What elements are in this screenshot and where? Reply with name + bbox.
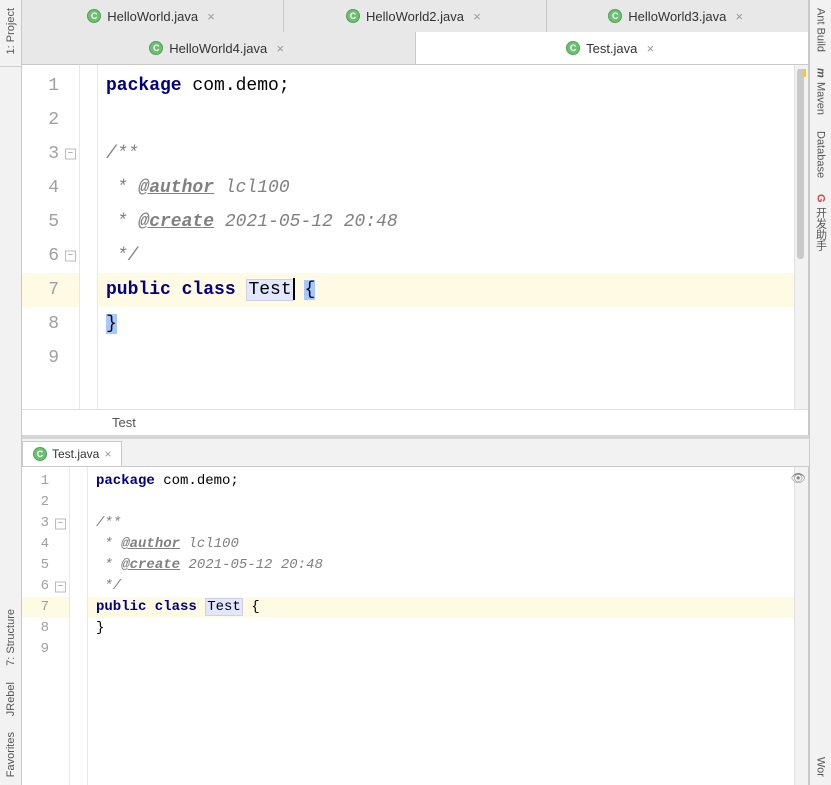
code-line[interactable]: /** bbox=[96, 513, 786, 534]
class-icon: C bbox=[566, 41, 580, 55]
close-icon[interactable]: × bbox=[643, 41, 657, 56]
line-number[interactable]: 4 bbox=[22, 171, 79, 205]
tab-label: HelloWorld2.java bbox=[366, 9, 464, 24]
code-line[interactable]: package com.demo; bbox=[96, 471, 786, 492]
close-icon[interactable]: × bbox=[104, 447, 111, 461]
editor-tab[interactable]: C HelloWorld4.java × bbox=[22, 32, 416, 64]
code-line[interactable]: * @author lcl100 bbox=[106, 171, 786, 205]
split-tab-label: Test.java bbox=[52, 447, 99, 461]
editor-tab[interactable]: C HelloWorld.java × bbox=[22, 0, 284, 32]
line-number[interactable]: 2 bbox=[22, 103, 79, 137]
class-icon: C bbox=[87, 9, 101, 23]
gutter-extra-bottom bbox=[70, 467, 88, 785]
breadcrumb-item[interactable]: Test bbox=[112, 415, 136, 430]
close-icon[interactable]: × bbox=[732, 9, 746, 24]
line-number[interactable]: 3− bbox=[22, 513, 69, 534]
code-line[interactable]: } bbox=[96, 618, 786, 639]
class-icon: C bbox=[608, 9, 622, 23]
tool-database[interactable]: Database bbox=[815, 123, 827, 186]
line-number[interactable]: 1 bbox=[22, 471, 69, 492]
tool-structure[interactable]: 7: Structure bbox=[5, 601, 17, 674]
error-stripe-bottom[interactable]: 👁 bbox=[794, 467, 808, 785]
tool-maven[interactable]: m Maven bbox=[815, 60, 827, 123]
editor-bottom: 123−456−789 package com.demo; /** * @auth… bbox=[22, 467, 809, 785]
tool-project[interactable]: 1: Project bbox=[5, 0, 17, 62]
editor-top: 123−456−789 package com.demo; /** * @auth… bbox=[22, 65, 809, 435]
line-number[interactable]: 5 bbox=[22, 555, 69, 576]
code-top[interactable]: package com.demo; /** * @author lcl100 * … bbox=[98, 65, 794, 409]
tool-jrebel[interactable]: JRebel bbox=[5, 674, 17, 724]
inspection-eye-icon[interactable]: 👁 bbox=[791, 471, 806, 486]
class-icon: C bbox=[33, 447, 47, 461]
rail-separator bbox=[0, 66, 21, 67]
line-number[interactable]: 7 bbox=[22, 597, 69, 618]
tool-ant-build[interactable]: Ant Build bbox=[815, 0, 827, 60]
line-number[interactable]: 7 bbox=[22, 273, 79, 307]
code-area-top[interactable]: 123−456−789 package com.demo; /** * @auth… bbox=[22, 65, 808, 409]
fold-end-icon[interactable]: − bbox=[55, 581, 66, 592]
code-line[interactable]: public class Test { bbox=[96, 597, 786, 618]
line-number[interactable]: 3− bbox=[22, 137, 79, 171]
code-line[interactable]: */ bbox=[96, 576, 786, 597]
tab-label: HelloWorld4.java bbox=[169, 41, 267, 56]
class-icon: C bbox=[149, 41, 163, 55]
tab-label: HelloWorld3.java bbox=[628, 9, 726, 24]
close-icon[interactable]: × bbox=[204, 9, 218, 24]
gutter-extra-top bbox=[80, 65, 98, 409]
line-number[interactable]: 5 bbox=[22, 205, 79, 239]
code-line[interactable]: * @create 2021-05-12 20:48 bbox=[96, 555, 786, 576]
code-line[interactable]: package com.demo; bbox=[106, 69, 786, 103]
line-number[interactable]: 8 bbox=[22, 618, 69, 639]
left-tool-rail: 1: Project 7: Structure JRebel Favorites bbox=[0, 0, 22, 785]
code-area-bottom[interactable]: 123−456−789 package com.demo; /** * @auth… bbox=[22, 467, 808, 785]
fold-start-icon[interactable]: − bbox=[55, 518, 66, 529]
close-icon[interactable]: × bbox=[273, 41, 287, 56]
code-line[interactable] bbox=[106, 103, 786, 137]
code-line[interactable]: * @create 2021-05-12 20:48 bbox=[106, 205, 786, 239]
line-number[interactable]: 6− bbox=[22, 239, 79, 273]
close-icon[interactable]: × bbox=[470, 9, 484, 24]
code-line[interactable] bbox=[96, 639, 786, 660]
gutter-bottom[interactable]: 123−456−789 bbox=[22, 467, 70, 785]
breadcrumb-bar[interactable]: Test bbox=[22, 409, 808, 435]
split-editor-tabstrip: C Test.java × bbox=[22, 439, 809, 467]
tab-label: HelloWorld.java bbox=[107, 9, 198, 24]
code-line[interactable]: /** bbox=[106, 137, 786, 171]
tool-favorites[interactable]: Favorites bbox=[5, 724, 17, 785]
line-number[interactable]: 6− bbox=[22, 576, 69, 597]
gutter-top[interactable]: 123−456−789 bbox=[22, 65, 80, 409]
fold-end-icon[interactable]: − bbox=[65, 251, 76, 262]
line-number[interactable]: 8 bbox=[22, 307, 79, 341]
code-line[interactable]: } bbox=[106, 307, 786, 341]
editor-tab[interactable]: C HelloWorld3.java × bbox=[547, 0, 809, 32]
line-number[interactable]: 1 bbox=[22, 69, 79, 103]
tool-work[interactable]: Wor bbox=[815, 749, 827, 785]
code-line[interactable]: public class Test { bbox=[106, 273, 786, 307]
editor-area: C HelloWorld.java × C HelloWorld2.java × C Hell… bbox=[22, 0, 809, 785]
editor-tab[interactable]: C Test.java × bbox=[416, 32, 810, 64]
editor-tabstrip: C HelloWorld.java × C HelloWorld2.java × C Hell… bbox=[22, 0, 809, 65]
tab-label: Test.java bbox=[586, 41, 637, 56]
line-number[interactable]: 4 bbox=[22, 534, 69, 555]
split-tab-test[interactable]: C Test.java × bbox=[22, 441, 122, 466]
code-line[interactable]: */ bbox=[106, 239, 786, 273]
line-number[interactable]: 2 bbox=[22, 492, 69, 513]
code-line[interactable]: * @author lcl100 bbox=[96, 534, 786, 555]
error-stripe-top[interactable] bbox=[794, 65, 808, 409]
right-tool-rail: Ant Build m Maven Database G 开发助手 Wor bbox=[809, 0, 831, 785]
class-icon: C bbox=[346, 9, 360, 23]
line-number[interactable]: 9 bbox=[22, 341, 79, 375]
code-bottom[interactable]: package com.demo; /** * @author lcl100 * … bbox=[88, 467, 794, 785]
code-line[interactable] bbox=[106, 341, 786, 375]
scrollbar-thumb[interactable] bbox=[797, 69, 804, 259]
editor-tab[interactable]: C HelloWorld2.java × bbox=[284, 0, 546, 32]
tool-dev-assistant[interactable]: G 开发助手 bbox=[813, 186, 829, 259]
line-number[interactable]: 9 bbox=[22, 639, 69, 660]
code-line[interactable] bbox=[96, 492, 786, 513]
fold-start-icon[interactable]: − bbox=[65, 149, 76, 160]
